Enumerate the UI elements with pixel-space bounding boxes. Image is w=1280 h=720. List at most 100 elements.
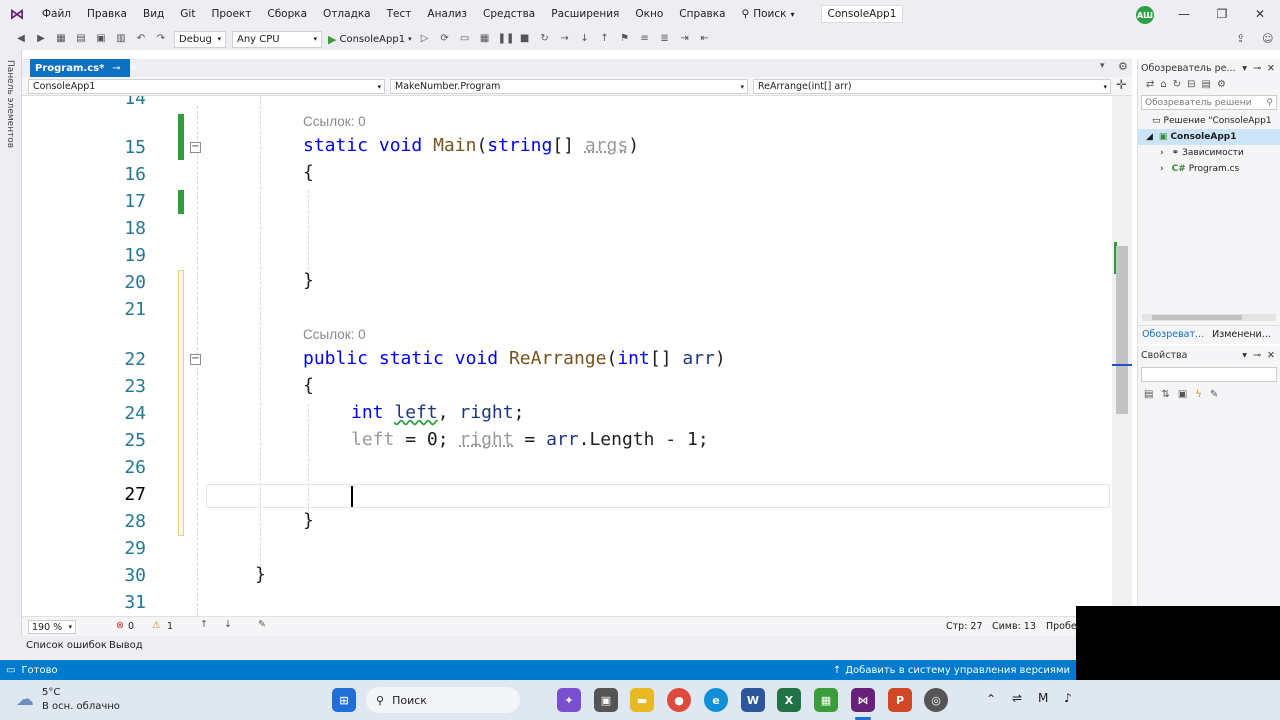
- tab-output[interactable]: Вывод: [109, 640, 143, 651]
- close-icon[interactable]: ✕: [129, 63, 137, 74]
- solution-search[interactable]: Обозреватель решени ⚲: [1141, 95, 1277, 110]
- member-dropdown[interactable]: ReArrange(int[] arr) ▾: [753, 79, 1111, 94]
- menu-window[interactable]: Окно: [627, 8, 671, 20]
- wrench-icon[interactable]: ✎: [1210, 389, 1218, 400]
- tab-git-changes[interactable]: Изменени...: [1208, 326, 1275, 343]
- step-over-icon[interactable]: →: [558, 32, 572, 46]
- settings-icon[interactable]: ⚙: [1118, 60, 1128, 73]
- pin-icon[interactable]: ⊸: [1253, 350, 1261, 361]
- task-view-icon[interactable]: ▣: [594, 688, 618, 712]
- menu-extensions[interactable]: Расширения: [543, 8, 627, 20]
- menu-analyze[interactable]: Анализ: [419, 8, 475, 20]
- comment-icon[interactable]: ≡: [638, 32, 652, 46]
- tree-project[interactable]: ◢ ▣ ConsoleApp1: [1138, 129, 1280, 145]
- object-select[interactable]: [1141, 367, 1277, 382]
- powerpoint-icon[interactable]: P: [888, 688, 912, 712]
- browser-icon[interactable]: ▭: [458, 32, 472, 46]
- chevron-down-icon[interactable]: ▾: [1242, 350, 1247, 361]
- tray-chevron-icon[interactable]: ⌃: [986, 692, 996, 706]
- run-button[interactable]: ▶ ConsoleApp1 ▾: [328, 33, 412, 46]
- tray-app-icon[interactable]: M: [1038, 691, 1048, 705]
- property-pages-icon[interactable]: ▣: [1178, 389, 1187, 400]
- platform-select[interactable]: Any CPU ▾: [232, 30, 322, 48]
- zoom-select[interactable]: 190 % ▾: [28, 620, 76, 634]
- tree-solution[interactable]: ▭ Решение "ConsoleApp1: [1138, 113, 1280, 129]
- copilot-icon[interactable]: ✦: [557, 688, 581, 712]
- recorder-icon[interactable]: ◎: [924, 688, 948, 712]
- file-explorer-icon[interactable]: ▬: [630, 688, 654, 712]
- collapse-icon[interactable]: −: [190, 142, 201, 153]
- microphone-icon[interactable]: ♪: [1064, 691, 1072, 705]
- collapse-icon[interactable]: −: [190, 354, 201, 365]
- add-icon[interactable]: ✛: [1116, 78, 1127, 93]
- code-editor[interactable]: − − 14 15 16 17 18 19 20 21 22 23 24 25 …: [22, 96, 1112, 616]
- pin-icon[interactable]: ⊸: [112, 63, 120, 74]
- menu-test[interactable]: Тест: [379, 8, 420, 20]
- close-icon[interactable]: ✕: [1252, 6, 1268, 22]
- save-all-icon[interactable]: ▥: [114, 32, 128, 46]
- bookmark-icon[interactable]: ⚑: [618, 32, 632, 46]
- menu-file[interactable]: Файл: [34, 8, 79, 20]
- add-to-source-control[interactable]: Добавить в систему управления версиями: [845, 665, 1070, 676]
- tab-error-list[interactable]: Список ошибок: [26, 640, 107, 651]
- visual-studio-logo-icon[interactable]: ⋈: [0, 0, 34, 28]
- menu-tools[interactable]: Средства: [475, 8, 543, 20]
- run-without-debug-icon[interactable]: ▷: [418, 32, 432, 46]
- open-icon[interactable]: ▤: [74, 32, 88, 46]
- error-icon[interactable]: ⊗: [116, 620, 124, 631]
- new-item-icon[interactable]: ▦: [54, 32, 68, 46]
- indent-icon[interactable]: ⇥: [678, 32, 692, 46]
- step-out-icon[interactable]: ↑: [598, 32, 612, 46]
- alphabetical-icon[interactable]: ⇅: [1161, 389, 1169, 400]
- refresh-icon[interactable]: ↻: [1173, 79, 1181, 90]
- home-icon[interactable]: ⌂: [1160, 79, 1166, 90]
- codelens-references[interactable]: Ссылок: 0: [303, 114, 366, 129]
- warning-icon[interactable]: ⚠: [152, 620, 161, 631]
- pause-icon[interactable]: ❚❚: [498, 32, 515, 46]
- menu-build[interactable]: Сборка: [259, 8, 315, 20]
- close-icon[interactable]: ✕: [1267, 350, 1275, 361]
- minimize-icon[interactable]: —: [1176, 6, 1192, 22]
- events-icon[interactable]: ϟ: [1195, 389, 1202, 400]
- forward-icon[interactable]: ▶: [34, 32, 48, 46]
- weather-icon[interactable]: ☁: [16, 689, 34, 710]
- menu-edit[interactable]: Правка: [79, 8, 135, 20]
- start-icon[interactable]: ⊞: [332, 688, 356, 712]
- tray-app-icon[interactable]: ⇌: [1012, 691, 1022, 705]
- menu-view[interactable]: Вид: [135, 8, 172, 20]
- uncomment-icon[interactable]: ≣: [658, 32, 672, 46]
- share-icon[interactable]: ⇪: [1236, 32, 1245, 45]
- restart-icon[interactable]: ↻: [538, 32, 552, 46]
- menu-project[interactable]: Проект: [203, 8, 259, 20]
- tab-program-cs[interactable]: Program.cs* ⊸ ✕: [30, 59, 137, 77]
- scrollbar-thumb[interactable]: [1116, 246, 1128, 414]
- codelens-references[interactable]: Ссылок: 0: [303, 327, 366, 342]
- undo-icon[interactable]: ↶: [134, 32, 148, 46]
- layout-icon[interactable]: ▦: [478, 32, 492, 46]
- search-button[interactable]: ⚲ Поиск ▾: [734, 8, 803, 20]
- project-dropdown[interactable]: ConsoleApp1 ▾: [28, 79, 385, 94]
- categorized-icon[interactable]: ▤: [1144, 389, 1153, 400]
- tab-solution-explorer[interactable]: Обозреват...: [1138, 326, 1208, 343]
- restore-icon[interactable]: ❐: [1214, 6, 1230, 22]
- collapse-all-icon[interactable]: ⊟: [1187, 79, 1195, 90]
- class-dropdown[interactable]: MakeNumber.Program ▾: [390, 79, 748, 94]
- redo-icon[interactable]: ↷: [154, 32, 168, 46]
- edge-icon[interactable]: e: [704, 688, 728, 712]
- show-all-icon[interactable]: ▤: [1202, 79, 1211, 90]
- arrow-down-icon[interactable]: ↓: [224, 619, 232, 630]
- code-cleanup-icon[interactable]: ✎: [258, 619, 266, 630]
- vertical-scrollbar[interactable]: [1112, 96, 1132, 616]
- arrow-up-icon[interactable]: ↑: [200, 619, 208, 630]
- visual-studio-icon[interactable]: ⋈: [851, 688, 875, 712]
- tree-program-cs[interactable]: › C# Program.cs: [1138, 161, 1280, 177]
- hot-reload-icon[interactable]: ⟳: [438, 32, 452, 46]
- chevron-down-icon[interactable]: ▾: [1100, 61, 1105, 71]
- config-select[interactable]: Debug ▾: [174, 30, 226, 48]
- outdent-icon[interactable]: ⇤: [698, 32, 712, 46]
- step-into-icon[interactable]: ↓: [578, 32, 592, 46]
- toolbox-strip[interactable]: Панель элементов: [0, 50, 22, 660]
- chevron-down-icon[interactable]: ▾: [1242, 63, 1247, 74]
- horizontal-scrollbar[interactable]: [1142, 314, 1276, 321]
- save-icon[interactable]: ▣: [94, 32, 108, 46]
